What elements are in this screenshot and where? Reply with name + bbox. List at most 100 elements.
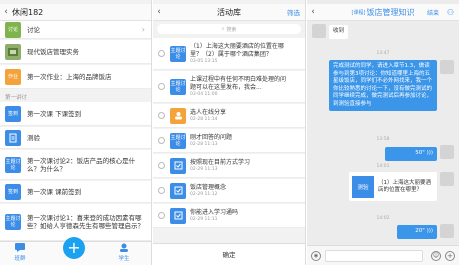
tab-bar: 班群 + 学生 — [0, 237, 151, 265]
chat-message: 收到 — [329, 25, 349, 39]
avatar[interactable] — [312, 24, 326, 38]
activity-title: 刚才回答的问题 — [190, 133, 233, 141]
timestamp: 13:58 — [376, 137, 390, 142]
list-item-label: 讨论 — [27, 25, 40, 34]
select-radio[interactable] — [158, 137, 165, 144]
activity-title: 按照现在目前方式学习 — [190, 158, 251, 166]
list-item[interactable]: 主题讨论 第一次课讨论2：饭店产品的核心是什么？为什么？ — [0, 150, 151, 180]
list-item[interactable]: 签到 第一次课 下课签到 — [0, 102, 151, 126]
back-icon[interactable]: ‹ — [0, 7, 12, 17]
tab-label: 学生 — [118, 256, 130, 262]
select-radio[interactable] — [158, 162, 165, 169]
tab-class-group[interactable]: 班群 — [10, 243, 30, 262]
list-item[interactable]: 现代饭店管理实务 — [0, 40, 151, 64]
activity-time: 02-29 11:13 — [190, 167, 218, 173]
section-label: 第一讲讨 — [5, 95, 28, 101]
end-button[interactable]: 结束 — [427, 8, 439, 17]
quiz-icon — [5, 129, 21, 146]
activity-title: 选人在线分享 — [190, 108, 227, 116]
activity-time: 02-28 11:13 — [190, 142, 218, 148]
voice-icon: ))) — [426, 228, 433, 234]
voice-input-icon[interactable]: ◉ — [311, 251, 321, 261]
topic-discussion-icon: 主题讨论 — [170, 45, 186, 62]
activity-item[interactable]: 主题讨论 刚才回答的问题 02-28 11:13 — [153, 129, 305, 153]
topic-discussion-icon: 主题讨论 — [5, 156, 21, 173]
list-item[interactable]: 测验 — [0, 127, 151, 149]
activity-time: 02-28 11:14 — [190, 117, 218, 123]
back-icon[interactable]: ‹ — [153, 7, 165, 17]
avatar[interactable] — [440, 172, 454, 186]
activity-item[interactable]: 主题讨论 （1）上海这大丽要酒店的位置在哪里？（2）属于哪个酒店集团？ 03-05… — [153, 38, 305, 70]
chat-input-bar: ◉ ☺ + — [307, 245, 459, 265]
more-icon[interactable]: + — [445, 251, 455, 261]
chevron-right-icon: › — [141, 25, 145, 34]
voice-duration: 50" — [415, 150, 425, 156]
filter-button[interactable]: 筛选 — [287, 7, 300, 17]
search-icon: ⌕ — [221, 26, 225, 32]
back-icon[interactable]: ‹ — [307, 7, 319, 17]
chat-icon — [15, 243, 25, 252]
vote-icon — [170, 182, 186, 199]
quiz-card[interactable]: 测验 （1）上海这大丽要酒店的位置在哪里？ — [349, 172, 437, 201]
checkin-icon: 签到 — [5, 105, 21, 122]
activity-item[interactable]: 你能进入学习通吗 02-29 11:11 — [153, 204, 305, 228]
list-item-label: 第一次课讨论2：饭店产品的核心是什么？为什么？ — [27, 156, 136, 173]
list-item-label: 测验 — [27, 133, 40, 142]
topic-discussion-icon: 主题讨论 — [170, 132, 186, 149]
quiz-card-text: （1）上海这大丽要酒店的位置在哪里？ — [378, 179, 431, 193]
voice-icon: ))) — [426, 150, 433, 156]
activity-time: 03-04 11:00 — [190, 92, 218, 97]
course-panel: ‹ 休闲182 讨论 讨论 › 现代饭店管理实务 作业 第一次作业：上海的品牌饭… — [0, 0, 152, 265]
list-item-label: 第一次课 下课签到 — [27, 109, 82, 118]
list-item-label: 第一次作业：上海的品牌饭店 — [27, 72, 112, 81]
vote-icon — [170, 207, 186, 224]
avatar[interactable] — [440, 224, 454, 238]
timestamp: 14:02 — [376, 216, 390, 221]
activity-title: 你能进入学习通吗 — [190, 208, 239, 216]
message-input[interactable] — [325, 250, 423, 262]
activity-item[interactable]: 饭店管理概念 02-29 11:12 — [153, 179, 305, 203]
select-radio[interactable] — [158, 83, 165, 90]
chat-title: 饭店管理知识 — [366, 7, 415, 17]
emoji-icon[interactable]: ☺ — [431, 251, 441, 261]
list-item[interactable]: 主题讨论 第一次课讨论1：喜来登的成功因素有哪些？如给人亨德森先生有哪些管理启示… — [0, 204, 151, 241]
list-item[interactable]: 作业 第一次作业：上海的品牌饭店 — [0, 65, 151, 89]
search-input[interactable]: ⌕ 搜索 — [157, 24, 301, 34]
topic-discussion-icon: 主题讨论 — [170, 78, 186, 95]
tab-label: 班群 — [14, 256, 26, 262]
tab-students[interactable]: 学生 — [114, 243, 134, 262]
voice-message[interactable]: 20" ))) — [397, 225, 437, 239]
library-title: 活动库 — [217, 7, 241, 17]
activity-item[interactable]: 主题讨论 上课过程中有任何不明白难处理的问题可以在这里发布，我会... 03-04… — [153, 71, 305, 103]
pick-person-icon — [170, 107, 186, 124]
select-radio[interactable] — [158, 187, 165, 194]
add-activity-button[interactable]: + — [63, 237, 85, 259]
quiz-icon: 测验 — [352, 175, 374, 198]
avatar[interactable] — [440, 60, 454, 74]
chat-message: 完成测试的同学，请进入章节1.3，做读参与到第3项讨论：你知道哪里上海的五星级饭… — [329, 60, 437, 111]
course-tag: [课程] — [351, 9, 366, 16]
group-members-icon[interactable]: ⚇ — [447, 8, 454, 17]
voice-duration: 20" — [415, 228, 425, 234]
list-item[interactable]: 签到 第一次课 课前签到 — [0, 181, 151, 203]
activity-time: 02-29 11:11 — [190, 217, 218, 223]
activity-item[interactable]: 按照现在目前方式学习 02-29 11:13 — [153, 154, 305, 178]
vote-icon — [170, 157, 186, 174]
topic-discussion-icon: 主题讨论 — [5, 214, 21, 230]
confirm-button[interactable]: 确定 — [153, 243, 305, 265]
activity-item[interactable]: 选人在线分享 02-28 11:14 — [153, 104, 305, 128]
voice-message[interactable]: 50" ))) — [385, 147, 437, 161]
activity-time: 02-29 11:12 — [190, 192, 218, 198]
select-radio[interactable] — [158, 212, 165, 219]
activity-time: 03-05 13:15 — [190, 59, 218, 64]
discussion-icon: 讨论 — [5, 21, 21, 38]
avatar[interactable] — [440, 145, 454, 159]
activity-title: 上课过程中有任何不明白难处理的问题可以在这里发布，我会... — [190, 76, 287, 91]
timestamp: 14:01 — [376, 164, 390, 169]
list-item-label: 第一次课讨论1：喜来登的成功因素有哪些？如给人亨德森先生有哪些管理启示？ — [27, 214, 144, 230]
select-radio[interactable] — [158, 112, 165, 119]
list-item-label: 现代饭店管理实务 — [27, 47, 79, 56]
select-radio[interactable] — [158, 50, 165, 57]
chat-panel: ‹ [课程] 饭店管理知识 结束 ⚇ 收到 13:47 完成测试的同学，请进入章… — [307, 0, 459, 265]
list-item[interactable]: 讨论 讨论 › — [0, 21, 151, 39]
